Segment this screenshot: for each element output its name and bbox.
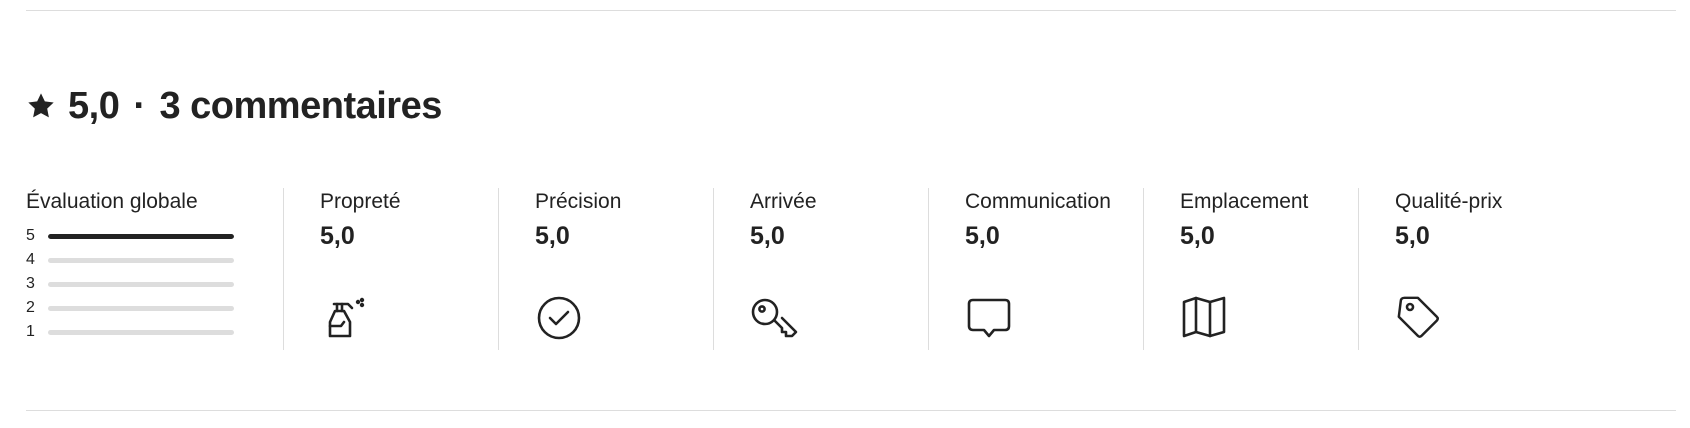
distribution-bar-fill bbox=[48, 233, 234, 239]
distribution-stars: 5 bbox=[26, 227, 35, 244]
column-divider bbox=[283, 188, 284, 350]
column-divider bbox=[498, 188, 499, 350]
spray-bottle-icon bbox=[320, 292, 368, 340]
distribution-row: 3 bbox=[26, 272, 236, 296]
category-score: 5,0 bbox=[320, 222, 355, 250]
category-label: Précision bbox=[535, 190, 622, 213]
key-icon bbox=[750, 292, 798, 340]
category-label: Propreté bbox=[320, 190, 401, 213]
category-check-in: Arrivée 5,0 bbox=[750, 188, 940, 350]
distribution-stars: 3 bbox=[26, 275, 35, 292]
distribution-stars: 1 bbox=[26, 323, 35, 340]
rating-categories: Évaluation globale 5 4 3 2 1 Propreté 5,… bbox=[26, 188, 1676, 350]
review-count: 3 commentaires bbox=[159, 84, 442, 127]
category-label: Arrivée bbox=[750, 190, 817, 213]
category-label: Emplacement bbox=[1180, 190, 1309, 213]
star-icon bbox=[28, 93, 54, 118]
overall-rating-label: Évaluation globale bbox=[26, 190, 198, 213]
distribution-bar bbox=[48, 281, 234, 287]
chat-bubble-icon bbox=[965, 292, 1013, 340]
category-score: 5,0 bbox=[1180, 222, 1215, 250]
category-score: 5,0 bbox=[535, 222, 570, 250]
category-score: 5,0 bbox=[750, 222, 785, 250]
category-location: Emplacement 5,0 bbox=[1180, 188, 1370, 350]
rating-distribution: 5 4 3 2 1 bbox=[26, 224, 236, 344]
category-label: Qualité-prix bbox=[1395, 190, 1503, 213]
column-divider bbox=[928, 188, 929, 350]
top-divider bbox=[26, 10, 1676, 11]
column-divider bbox=[1358, 188, 1359, 350]
category-value: Qualité-prix 5,0 bbox=[1395, 188, 1585, 350]
check-circle-icon bbox=[535, 292, 583, 340]
overall-rating: 5,0 bbox=[68, 84, 120, 127]
price-tag-icon bbox=[1395, 292, 1443, 340]
distribution-bar bbox=[48, 257, 234, 263]
distribution-row: 2 bbox=[26, 296, 236, 320]
overall-rating-column: Évaluation globale 5 4 3 2 1 bbox=[26, 188, 236, 350]
heading-separator: · bbox=[133, 84, 146, 127]
map-icon bbox=[1180, 292, 1228, 340]
category-accuracy: Précision 5,0 bbox=[535, 188, 725, 350]
distribution-stars: 4 bbox=[26, 251, 35, 268]
distribution-row: 1 bbox=[26, 320, 236, 344]
distribution-row: 4 bbox=[26, 248, 236, 272]
column-divider bbox=[1143, 188, 1144, 350]
bottom-divider bbox=[26, 410, 1676, 411]
category-score: 5,0 bbox=[1395, 222, 1430, 250]
category-label: Communication bbox=[965, 190, 1111, 213]
distribution-stars: 2 bbox=[26, 299, 35, 316]
category-communication: Communication 5,0 bbox=[965, 188, 1155, 350]
column-divider bbox=[713, 188, 714, 350]
distribution-row: 5 bbox=[26, 224, 236, 248]
distribution-bar bbox=[48, 233, 234, 239]
category-score: 5,0 bbox=[965, 222, 1000, 250]
category-cleanliness: Propreté 5,0 bbox=[320, 188, 510, 350]
distribution-bar bbox=[48, 329, 234, 335]
distribution-bar bbox=[48, 305, 234, 311]
reviews-heading: 5,0 · 3 commentaires bbox=[26, 80, 442, 132]
